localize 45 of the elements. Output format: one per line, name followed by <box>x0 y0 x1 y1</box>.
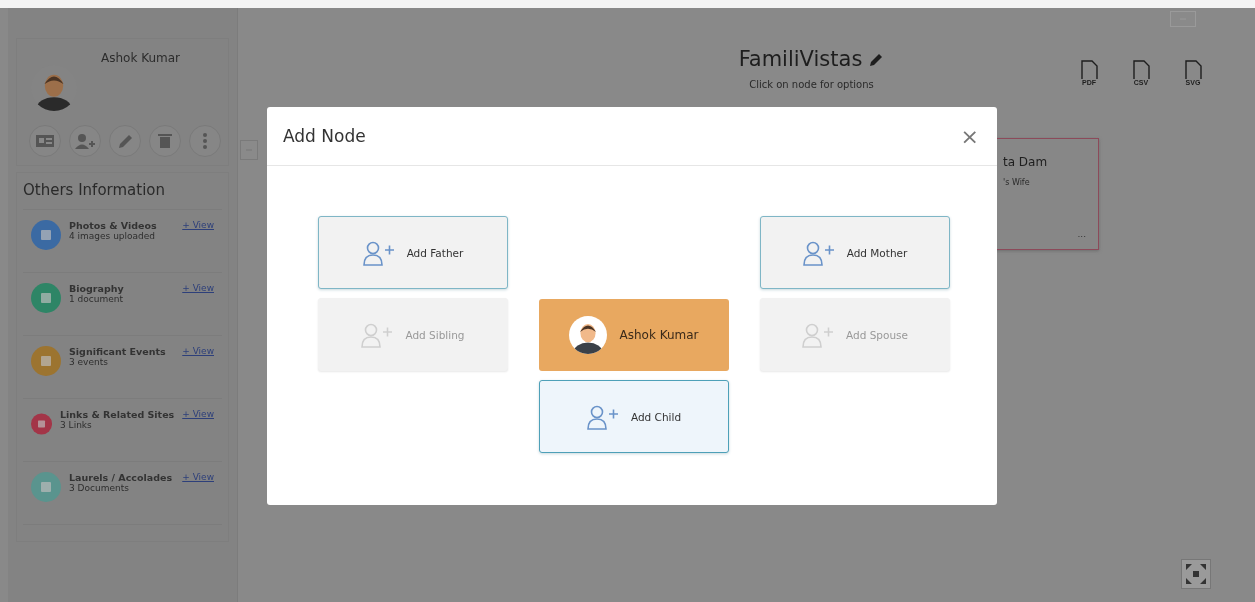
subtitle: Click on node for options <box>749 79 874 90</box>
item-title: Biography <box>69 283 125 294</box>
view-link[interactable]: + View <box>182 409 214 419</box>
add-user-icon <box>802 239 835 266</box>
add-user-icon <box>802 321 834 348</box>
view-link[interactable]: + View <box>182 220 214 230</box>
trash-icon <box>158 134 172 148</box>
view-link[interactable]: + View <box>182 346 214 356</box>
add-user-icon <box>586 403 619 430</box>
pencil-icon[interactable] <box>868 51 885 67</box>
view-link[interactable]: + View <box>182 472 214 482</box>
item-title: Photos & Videos <box>69 220 158 231</box>
pencil-button[interactable] <box>109 125 141 157</box>
item-detail: 3 Documents <box>69 483 130 493</box>
add-user-icon <box>361 321 394 348</box>
add-user-icon <box>75 133 95 149</box>
add-user-icon <box>362 239 395 266</box>
view-link[interactable]: + View <box>182 283 214 293</box>
more-icon <box>203 133 207 149</box>
person-node[interactable]: Ashok Kumar <box>539 299 729 371</box>
item-detail: 3 Links <box>60 420 93 430</box>
add-node-button[interactable]: Add Child <box>539 380 729 453</box>
item-title: Significant Events <box>69 346 167 357</box>
node-menu[interactable]: ... <box>1077 229 1086 239</box>
dialog-title: Add Node <box>283 126 366 146</box>
node-relation: 's Wife <box>1003 178 1030 187</box>
item-title: Links & Related Sites <box>60 409 175 420</box>
avatar-icon <box>569 316 608 354</box>
id-card-icon <box>36 135 54 147</box>
add-node-button[interactable]: Add Mother <box>760 216 950 289</box>
add-node-button[interactable]: Add Father <box>318 216 508 289</box>
add-user-button[interactable] <box>69 125 101 157</box>
pencil-icon <box>118 134 132 148</box>
item-detail: 1 document <box>69 294 123 304</box>
item-title: Laurels / Accolades <box>69 472 174 483</box>
trash-button[interactable] <box>149 125 181 157</box>
item-detail: 4 images uploaded <box>69 231 157 241</box>
item-detail: 3 events <box>69 357 108 367</box>
id-card-button[interactable] <box>29 125 61 157</box>
app-title: FamiliVistas <box>738 47 863 71</box>
section-title: Others Information <box>23 179 222 210</box>
profile-name: Ashok Kumar <box>101 51 181 65</box>
more-button[interactable] <box>189 125 221 157</box>
node-name: ta Dam <box>1003 155 1048 169</box>
fullscreen-icon[interactable] <box>1181 559 1211 589</box>
